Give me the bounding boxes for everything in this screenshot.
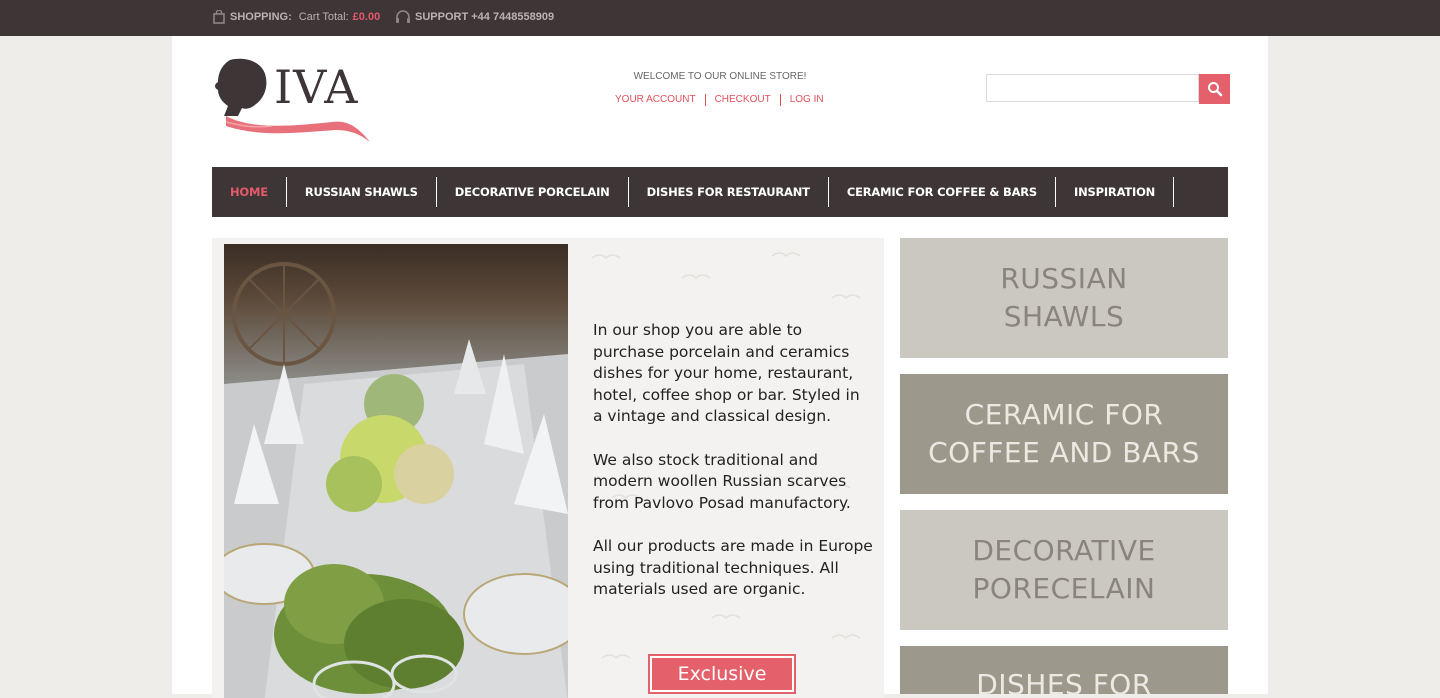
search-icon (1207, 82, 1222, 97)
category-tile-line2: COFFEE AND BARS (928, 436, 1200, 469)
search-bar (986, 74, 1230, 104)
hero-paragraph-1: In our shop you are able to purchase por… (593, 321, 860, 425)
nav-tab-dishes-for-restaurant[interactable]: DISHES FOR RESTAURANT (629, 177, 829, 207)
nav-tab-home[interactable]: HOME (212, 177, 287, 207)
search-button[interactable] (1199, 74, 1230, 104)
welcome-message: WELCOME TO OUR ONLINE STORE! (633, 71, 807, 82)
iva-logo[interactable]: IVA (212, 56, 382, 148)
nav-tab-decorative-porcelain[interactable]: DECORATIVE PORCELAIN (437, 177, 629, 207)
top-bar: SHOPPING: Cart Total: £0.00 SUPPORT +44 … (0, 0, 1440, 36)
support-info: SUPPORT +44 7448558909 (395, 10, 554, 24)
shopping-bag-icon (213, 10, 225, 24)
cart-total-label: Cart Total: (298, 11, 349, 23)
category-tile-line2: SHAWLS (1003, 300, 1125, 333)
nav-tab-inspiration[interactable]: INSPIRATION (1056, 177, 1175, 207)
log-in-link[interactable]: LOG IN (779, 94, 833, 106)
search-input[interactable] (986, 74, 1199, 102)
support-label: SUPPORT +44 7448558909 (415, 11, 555, 23)
hero-paragraph-3: All our products are made in Europe usin… (593, 537, 873, 598)
category-tile-line1: DISHES FOR (976, 668, 1152, 694)
hero-paragraph-2: We also stock traditional and modern woo… (593, 450, 851, 512)
category-tile-line1: CERAMIC FOR (964, 398, 1164, 431)
shopping-label: SHOPPING: (230, 11, 292, 23)
account-links: YOUR ACCOUNT CHECKOUT LOG IN (610, 94, 833, 106)
hero-banner: In our shop you are able to purchase por… (212, 238, 884, 698)
your-account-link[interactable]: YOUR ACCOUNT (610, 94, 705, 106)
category-tile-decorative-porcelain[interactable]: DECORATIVE PORECELAIN (900, 510, 1228, 630)
nav-tab-russian-shawls[interactable]: RUSSIAN SHAWLS (287, 177, 437, 207)
table-setting-illustration (224, 262, 568, 698)
cart-total-value: £0.00 (352, 11, 381, 23)
shopping-cart-summary[interactable]: SHOPPING: Cart Total: £0.00 (212, 10, 380, 24)
category-tile-line2: PORECELAIN (972, 572, 1156, 605)
main-navigation: HOME RUSSIAN SHAWLS DECORATIVE PORCELAIN… (212, 167, 1228, 217)
checkout-link[interactable]: CHECKOUT (704, 94, 780, 106)
page-container: IVA WELCOME TO OUR ONLINE STORE! YOUR AC… (172, 36, 1268, 698)
category-tile-russian-shawls[interactable]: RUSSIAN SHAWLS (900, 238, 1228, 358)
headset-icon (396, 10, 410, 23)
logo-text: IVA (274, 60, 359, 114)
hero-description: In our shop you are able to purchase por… (593, 320, 873, 623)
category-tile-dishes[interactable]: DISHES FOR (900, 646, 1228, 694)
category-tile-ceramic-coffee-bars[interactable]: CERAMIC FOR COFFEE AND BARS (900, 374, 1228, 494)
category-tile-line1: DECORATIVE (972, 534, 1156, 567)
category-tile-line1: RUSSIAN (1000, 262, 1128, 295)
exclusive-button[interactable]: Exclusive (648, 654, 796, 694)
table-setting-photo (224, 244, 568, 698)
nav-tab-ceramic-for-coffee-bars[interactable]: CERAMIC FOR COFFEE & BARS (829, 177, 1057, 207)
